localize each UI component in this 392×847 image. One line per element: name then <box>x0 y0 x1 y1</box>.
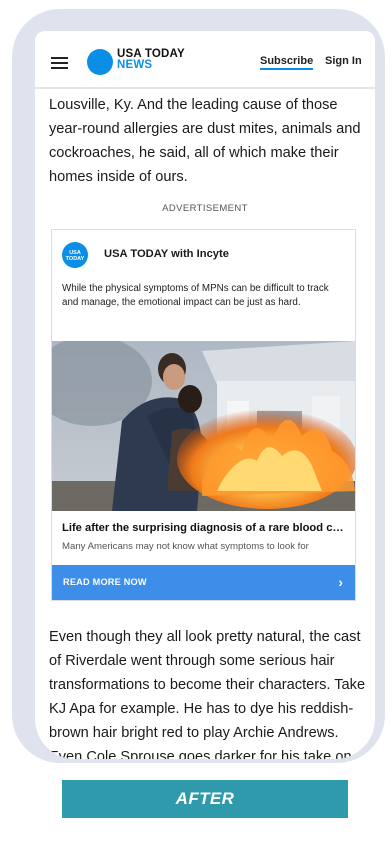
after-label: AFTER <box>175 789 235 808</box>
chevron-right-icon: › <box>338 574 343 590</box>
ad-image[interactable] <box>52 341 355 511</box>
ad-card[interactable]: USA TODAY USA TODAY with Incyte While th… <box>51 229 356 601</box>
advertisement-label: ADVERTISEMENT <box>162 203 248 214</box>
site-logo[interactable]: USA TODAY NEWS <box>117 48 185 71</box>
usa-today-badge-icon: USA TODAY <box>62 242 88 268</box>
couple-by-fire-photo <box>52 341 355 511</box>
logo-section: NEWS <box>117 59 153 71</box>
badge-line-2: TODAY <box>65 256 85 262</box>
phone-screen: USA TODAY NEWS Subscribe Sign In Lousvil… <box>35 31 375 759</box>
after-banner: AFTER <box>62 780 348 818</box>
badge-line-1: USA <box>69 250 81 256</box>
hamburger-icon[interactable] <box>51 57 68 69</box>
usa-today-logo-icon[interactable] <box>87 49 113 75</box>
ad-header: USA TODAY USA TODAY with Incyte <box>62 242 342 268</box>
site-header: USA TODAY NEWS Subscribe Sign In <box>35 31 375 89</box>
read-more-button[interactable]: READ MORE NOW › <box>52 565 355 600</box>
ad-subheadline: Many Americans may not know what symptom… <box>62 541 309 552</box>
ad-description: While the physical symptoms of MPNs can … <box>62 283 329 308</box>
subscribe-link[interactable]: Subscribe <box>260 55 314 70</box>
ad-sponsor: USA TODAY with Incyte <box>104 248 229 260</box>
article-paragraph-continued: Even though they all look pretty natural… <box>49 629 366 759</box>
ad-headline[interactable]: Life after the surprising diagnosis of a… <box>62 522 347 534</box>
phone-frame: USA TODAY NEWS Subscribe Sign In Lousvil… <box>12 9 385 763</box>
read-more-label: READ MORE NOW <box>63 577 147 587</box>
article-paragraph: Lousville, Ky. And the leading cause of … <box>49 97 361 185</box>
sign-in-link[interactable]: Sign In <box>325 55 362 67</box>
